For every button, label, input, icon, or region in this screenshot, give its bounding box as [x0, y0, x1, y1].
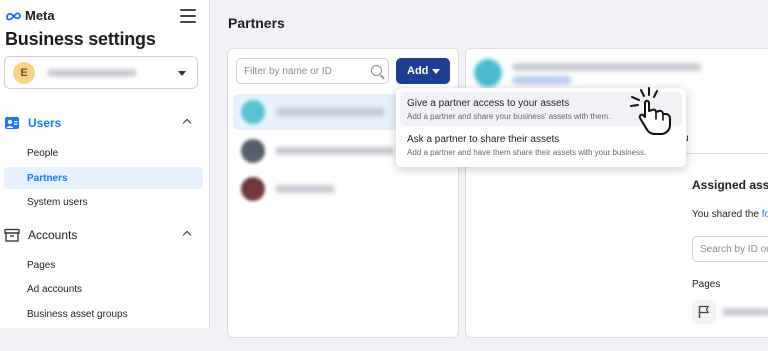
- partner-name-blurred: [275, 147, 395, 155]
- page-flag-tile: [692, 300, 716, 324]
- filter-input[interactable]: [244, 65, 359, 77]
- briefcase-icon: [4, 228, 20, 242]
- partner-name-blurred: [275, 108, 385, 116]
- shared-text-prefix: You shared the: [692, 209, 762, 220]
- partner-name-blurred: [275, 185, 335, 193]
- account-avatar: E: [13, 61, 35, 84]
- sidebar-item-business-asset-groups[interactable]: Business asset groups: [4, 303, 203, 325]
- meta-logo-text: Meta: [25, 8, 55, 23]
- meta-logo: Meta: [5, 8, 55, 23]
- partner-avatar: [241, 139, 265, 163]
- sidebar: Meta Business settings E Users People Pa…: [0, 0, 210, 328]
- sidebar-item-pages[interactable]: Pages: [4, 254, 203, 276]
- partner-detail-name-blurred: [512, 63, 702, 71]
- partner-avatar: [241, 100, 265, 124]
- page-title: Partners: [228, 15, 285, 31]
- caret-down-icon: [432, 69, 440, 74]
- accounts-section-label: Accounts: [28, 228, 78, 242]
- pages-section-label: Pages: [692, 279, 721, 290]
- sidebar-item-partners[interactable]: Partners: [4, 167, 203, 189]
- menu-item-description: Add a partner and have them share their …: [407, 148, 647, 157]
- assigned-assets-title: Assigned ass: [692, 178, 768, 192]
- partner-detail-id-blurred: [512, 76, 572, 84]
- partner-list-item[interactable]: [233, 171, 453, 207]
- asset-search-field[interactable]: Search by ID or: [692, 236, 768, 262]
- sidebar-item-system-users[interactable]: System users: [4, 191, 203, 213]
- search-icon: [371, 65, 382, 76]
- account-name-blurred: [47, 68, 137, 77]
- app-title: Business settings: [5, 29, 156, 49]
- partner-avatar: [241, 177, 265, 201]
- menu-item-title: Ask a partner to share their assets: [407, 134, 560, 145]
- caret-down-icon: [178, 71, 186, 76]
- sidebar-item-people[interactable]: People: [4, 142, 203, 164]
- business-account-selector[interactable]: E: [4, 56, 198, 89]
- chevron-up-icon[interactable]: [182, 118, 192, 128]
- sidebar-section-users[interactable]: Users: [4, 112, 204, 134]
- add-button-label: Add: [407, 65, 429, 77]
- partner-filter-field[interactable]: [236, 58, 389, 84]
- sidebar-section-accounts[interactable]: Accounts: [4, 224, 204, 246]
- pointer-hand-icon: [630, 87, 671, 135]
- shared-text-link[interactable]: fo: [762, 209, 768, 220]
- page-name-blurred: [722, 308, 768, 316]
- flag-icon: [698, 305, 710, 318]
- users-section-label: Users: [28, 116, 62, 130]
- users-icon: [5, 117, 19, 129]
- shared-assets-description: You shared the fo: [692, 209, 768, 220]
- chevron-up-icon[interactable]: [182, 230, 192, 240]
- meta-infinity-icon: [6, 12, 21, 20]
- sidebar-item-ad-accounts[interactable]: Ad accounts: [4, 278, 203, 300]
- partner-detail-avatar: [474, 59, 502, 87]
- hamburger-icon[interactable]: [180, 9, 196, 23]
- business-settings-screen: Meta Business settings E Users People Pa…: [0, 0, 768, 351]
- add-partner-button[interactable]: Add: [396, 58, 450, 84]
